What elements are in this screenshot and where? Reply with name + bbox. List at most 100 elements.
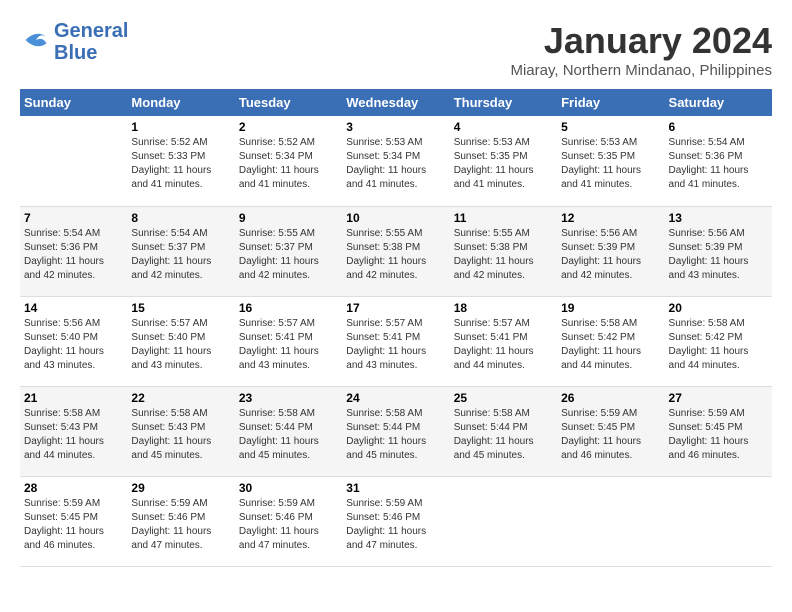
day-info: Sunrise: 5:54 AMSunset: 5:37 PMDaylight:… <box>131 227 230 283</box>
calendar-cell: 13 Sunrise: 5:56 AMSunset: 5:39 PMDayligh… <box>665 206 772 296</box>
calendar-cell: 4Sunrise: 5:53 AMSunset: 5:35 PMDaylight… <box>450 116 557 206</box>
day-info: Sunrise: 5:56 AMSunset: 5:40 PMDaylight:… <box>24 317 123 373</box>
day-number: 6 <box>669 120 768 134</box>
day-info: Sunrise: 5:55 AMSunset: 5:38 PMDaylight:… <box>346 227 445 283</box>
calendar-cell: 7 Sunrise: 5:54 AMSunset: 5:36 PMDaylight… <box>20 206 127 296</box>
day-number: 25 <box>454 391 553 405</box>
day-number: 18 <box>454 301 553 315</box>
month-title: January 2024 <box>510 20 772 62</box>
day-number: 28 <box>24 481 123 495</box>
calendar-cell <box>20 116 127 206</box>
day-info: Sunrise: 5:59 AMSunset: 5:46 PMDaylight:… <box>239 497 338 553</box>
day-info: Sunrise: 5:56 AMSunset: 5:39 PMDaylight:… <box>669 227 768 283</box>
logo-icon <box>22 26 50 54</box>
calendar-cell: 3 Sunrise: 5:53 AMSunset: 5:34 PMDaylight… <box>342 116 449 206</box>
col-header-sunday: Sunday <box>20 89 127 116</box>
calendar-cell <box>665 476 772 566</box>
day-info: Sunrise: 5:59 AMSunset: 5:45 PMDaylight:… <box>561 407 660 463</box>
page-header: General Blue January 2024 Miaray, Northe… <box>20 20 772 79</box>
calendar-cell: 26 Sunrise: 5:59 AMSunset: 5:45 PMDayligh… <box>557 386 664 476</box>
calendar-cell: 21 Sunrise: 5:58 AMSunset: 5:43 PMDayligh… <box>20 386 127 476</box>
week-row-1: 1 Sunrise: 5:52 AMSunset: 5:33 PMDaylight… <box>20 116 772 206</box>
day-info: Sunrise: 5:58 AMSunset: 5:42 PMDaylight:… <box>561 317 660 373</box>
calendar-cell <box>450 476 557 566</box>
calendar-cell: 15 Sunrise: 5:57 AMSunset: 5:40 PMDayligh… <box>127 296 234 386</box>
day-number: 11 <box>454 211 553 225</box>
col-header-wednesday: Wednesday <box>342 89 449 116</box>
logo-text-general: General <box>54 20 128 42</box>
calendar-cell: 10 Sunrise: 5:55 AMSunset: 5:38 PMDayligh… <box>342 206 449 296</box>
calendar-cell: 16Sunrise: 5:57 AMSunset: 5:41 PMDayligh… <box>235 296 342 386</box>
day-number: 13 <box>669 211 768 225</box>
day-number: 10 <box>346 211 445 225</box>
day-number: 9 <box>239 211 338 225</box>
day-number: 21 <box>24 391 123 405</box>
calendar-cell: 20 Sunrise: 5:58 AMSunset: 5:42 PMDayligh… <box>665 296 772 386</box>
day-number: 5 <box>561 120 660 134</box>
location: Miaray, Northern Mindanao, Philippines <box>510 62 772 79</box>
title-block: January 2024 Miaray, Northern Mindanao, … <box>510 20 772 79</box>
calendar-cell: 12 Sunrise: 5:56 AMSunset: 5:39 PMDayligh… <box>557 206 664 296</box>
day-number: 27 <box>669 391 768 405</box>
calendar-cell: 18 Sunrise: 5:57 AMSunset: 5:41 PMDayligh… <box>450 296 557 386</box>
day-info: Sunrise: 5:55 AMSunset: 5:37 PMDaylight:… <box>239 227 338 283</box>
day-number: 2 <box>239 120 338 134</box>
calendar-cell: 6 Sunrise: 5:54 AMSunset: 5:36 PMDaylight… <box>665 116 772 206</box>
calendar-cell: 30 Sunrise: 5:59 AMSunset: 5:46 PMDayligh… <box>235 476 342 566</box>
calendar-header-row: SundayMondayTuesdayWednesdayThursdayFrid… <box>20 89 772 116</box>
day-info: Sunrise: 5:58 AMSunset: 5:43 PMDaylight:… <box>24 407 123 463</box>
day-info: Sunrise: 5:53 AMSunset: 5:35 PMDaylight:… <box>561 136 660 192</box>
day-number: 24 <box>346 391 445 405</box>
day-number: 14 <box>24 301 123 315</box>
day-info: Sunrise: 5:57 AMSunset: 5:40 PMDaylight:… <box>131 317 230 373</box>
calendar-cell: 24Sunrise: 5:58 AMSunset: 5:44 PMDayligh… <box>342 386 449 476</box>
day-info: Sunrise: 5:58 AMSunset: 5:42 PMDaylight:… <box>669 317 768 373</box>
day-number: 7 <box>24 211 123 225</box>
calendar-cell: 2 Sunrise: 5:52 AMSunset: 5:34 PMDaylight… <box>235 116 342 206</box>
day-info: Sunrise: 5:57 AMSunset: 5:41 PMDaylight:… <box>454 317 553 373</box>
day-info: Sunrise: 5:55 AMSunset: 5:38 PMDaylight:… <box>454 227 553 283</box>
calendar-cell: 19 Sunrise: 5:58 AMSunset: 5:42 PMDayligh… <box>557 296 664 386</box>
week-row-2: 7 Sunrise: 5:54 AMSunset: 5:36 PMDaylight… <box>20 206 772 296</box>
day-number: 30 <box>239 481 338 495</box>
day-number: 31 <box>346 481 445 495</box>
day-number: 22 <box>131 391 230 405</box>
calendar-cell: 14 Sunrise: 5:56 AMSunset: 5:40 PMDayligh… <box>20 296 127 386</box>
logo-text-blue: Blue <box>54 42 128 64</box>
day-number: 15 <box>131 301 230 315</box>
day-info: Sunrise: 5:59 AMSunset: 5:45 PMDaylight:… <box>24 497 123 553</box>
calendar-cell: 29Sunrise: 5:59 AMSunset: 5:46 PMDayligh… <box>127 476 234 566</box>
calendar-cell: 28 Sunrise: 5:59 AMSunset: 5:45 PMDayligh… <box>20 476 127 566</box>
calendar-cell: 17Sunrise: 5:57 AMSunset: 5:41 PMDayligh… <box>342 296 449 386</box>
calendar-cell: 23Sunrise: 5:58 AMSunset: 5:44 PMDayligh… <box>235 386 342 476</box>
calendar-cell: 25 Sunrise: 5:58 AMSunset: 5:44 PMDayligh… <box>450 386 557 476</box>
calendar-cell: 1 Sunrise: 5:52 AMSunset: 5:33 PMDaylight… <box>127 116 234 206</box>
week-row-3: 14 Sunrise: 5:56 AMSunset: 5:40 PMDayligh… <box>20 296 772 386</box>
day-info: Sunrise: 5:57 AMSunset: 5:41 PMDaylight:… <box>346 317 445 373</box>
week-row-5: 28 Sunrise: 5:59 AMSunset: 5:45 PMDayligh… <box>20 476 772 566</box>
day-number: 1 <box>131 120 230 134</box>
day-info: Sunrise: 5:52 AMSunset: 5:34 PMDaylight:… <box>239 136 338 192</box>
day-info: Sunrise: 5:59 AMSunset: 5:46 PMDaylight:… <box>131 497 230 553</box>
col-header-tuesday: Tuesday <box>235 89 342 116</box>
col-header-monday: Monday <box>127 89 234 116</box>
day-number: 3 <box>346 120 445 134</box>
day-info: Sunrise: 5:58 AMSunset: 5:43 PMDaylight:… <box>131 407 230 463</box>
calendar-cell: 22 Sunrise: 5:58 AMSunset: 5:43 PMDayligh… <box>127 386 234 476</box>
day-info: Sunrise: 5:56 AMSunset: 5:39 PMDaylight:… <box>561 227 660 283</box>
day-info: Sunrise: 5:59 AMSunset: 5:45 PMDaylight:… <box>669 407 768 463</box>
day-number: 19 <box>561 301 660 315</box>
day-info: Sunrise: 5:52 AMSunset: 5:33 PMDaylight:… <box>131 136 230 192</box>
day-info: Sunrise: 5:54 AMSunset: 5:36 PMDaylight:… <box>669 136 768 192</box>
col-header-thursday: Thursday <box>450 89 557 116</box>
day-number: 12 <box>561 211 660 225</box>
calendar-cell: 8Sunrise: 5:54 AMSunset: 5:37 PMDaylight… <box>127 206 234 296</box>
day-info: Sunrise: 5:57 AMSunset: 5:41 PMDaylight:… <box>239 317 338 373</box>
day-info: Sunrise: 5:54 AMSunset: 5:36 PMDaylight:… <box>24 227 123 283</box>
day-number: 26 <box>561 391 660 405</box>
week-row-4: 21 Sunrise: 5:58 AMSunset: 5:43 PMDayligh… <box>20 386 772 476</box>
day-info: Sunrise: 5:58 AMSunset: 5:44 PMDaylight:… <box>454 407 553 463</box>
day-info: Sunrise: 5:53 AMSunset: 5:34 PMDaylight:… <box>346 136 445 192</box>
day-number: 20 <box>669 301 768 315</box>
calendar-cell <box>557 476 664 566</box>
